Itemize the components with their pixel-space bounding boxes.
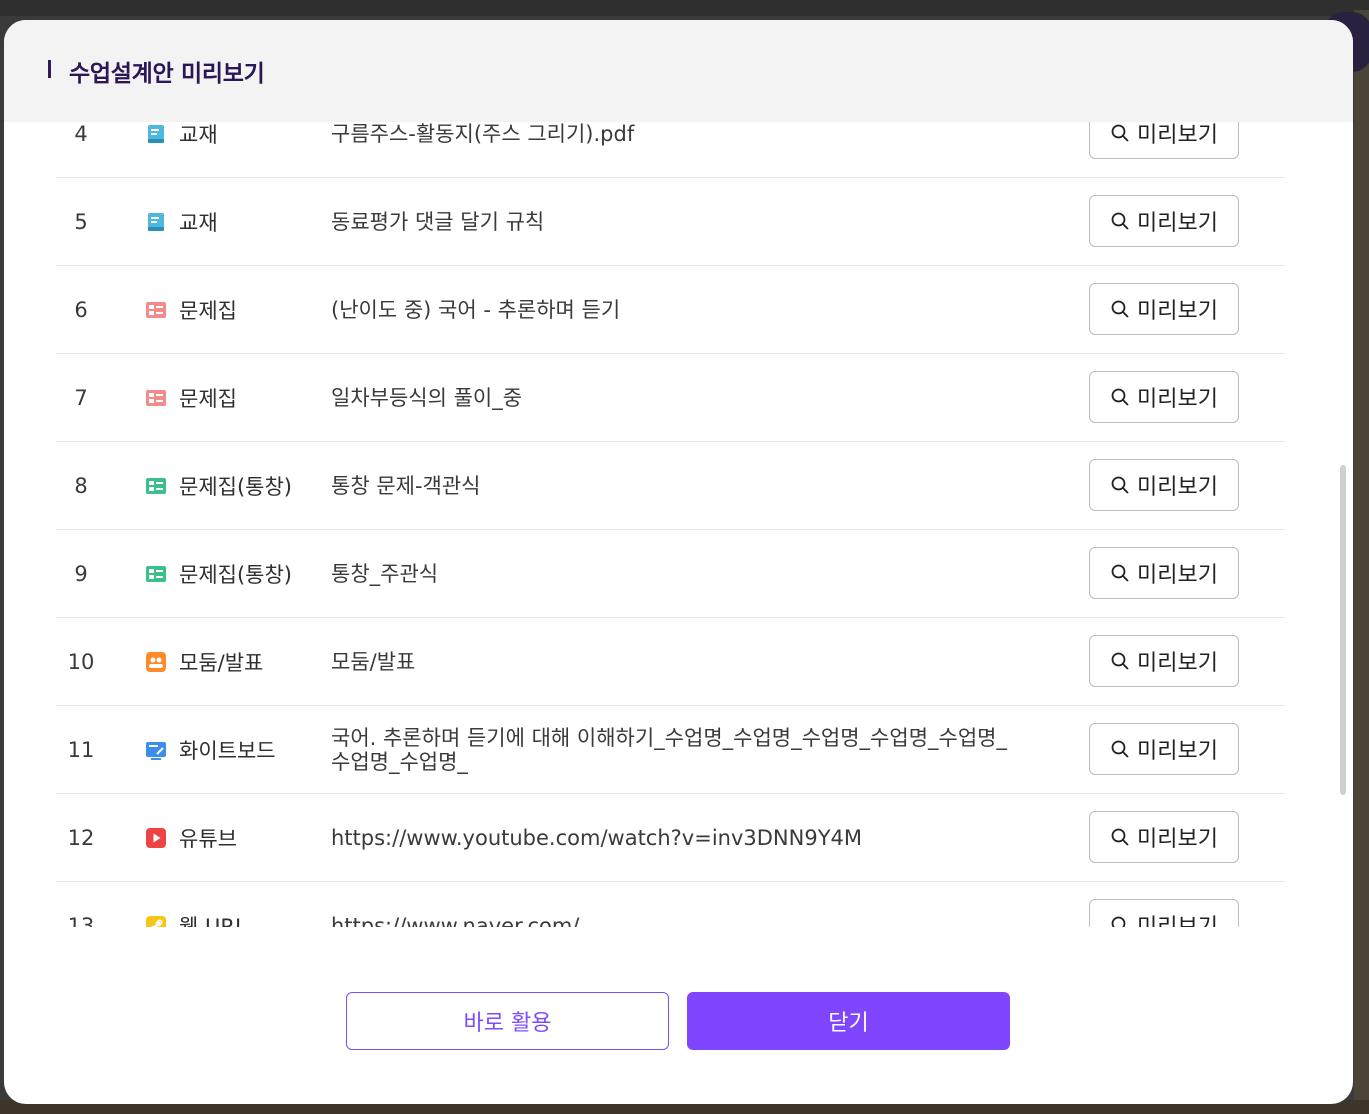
scrollbar[interactable] <box>1340 122 1346 927</box>
search-icon <box>1110 739 1130 759</box>
preview-modal: 수업설계안 미리보기 4 교재 구름주스-활동지(주스 그리기).pdf 미리보… <box>4 20 1353 1104</box>
material-row: 12 유튜브 https://www.youtube.com/watch?v=i… <box>56 794 1285 882</box>
preview-button[interactable]: 미리보기 <box>1089 459 1239 511</box>
row-type: 모둠/발표 <box>179 650 264 675</box>
row-number: 11 <box>67 737 95 762</box>
preview-button[interactable]: 미리보기 <box>1089 811 1239 863</box>
row-number: 6 <box>74 297 88 322</box>
material-row: 10 모둠/발표 모둠/발표 미리보기 <box>56 618 1285 706</box>
row-title: https://www.naver.com/ <box>331 913 580 928</box>
row-title: 모둠/발표 <box>331 649 416 674</box>
book-icon <box>145 123 167 145</box>
material-row: 4 교재 구름주스-활동지(주스 그리기).pdf 미리보기 <box>56 122 1285 178</box>
preview-button[interactable]: 미리보기 <box>1089 122 1239 159</box>
preview-button-label: 미리보기 <box>1137 909 1218 927</box>
whiteboard-icon <box>145 739 167 761</box>
material-row: 5 교재 동료평가 댓글 달기 규칙 미리보기 <box>56 178 1285 266</box>
search-icon <box>1110 475 1130 495</box>
preview-button-label: 미리보기 <box>1137 827 1218 852</box>
row-title: 국어. 추론하며 듣기에 대해 이해하기_수업명_수업명_수업명_수업명_수업명… <box>331 725 1007 774</box>
modal-header: 수업설계안 미리보기 <box>4 20 1353 122</box>
modal-title: 수업설계안 미리보기 <box>69 61 265 87</box>
material-list: 4 교재 구름주스-활동지(주스 그리기).pdf 미리보기 5 교재 동료평가… <box>56 122 1285 927</box>
search-icon <box>1110 827 1130 847</box>
preview-button-label: 미리보기 <box>1137 123 1218 148</box>
row-title: 동료평가 댓글 달기 규칙 <box>331 209 545 234</box>
row-type: 유튜브 <box>179 826 237 851</box>
row-title: (난이도 중) 국어 - 추론하며 듣기 <box>331 297 621 322</box>
title-accent-bar <box>48 60 51 78</box>
preview-button[interactable]: 미리보기 <box>1089 371 1239 423</box>
preview-button[interactable]: 미리보기 <box>1089 547 1239 599</box>
search-icon <box>1110 123 1130 143</box>
row-type: 문제집 <box>179 298 237 323</box>
search-icon <box>1110 387 1130 407</box>
row-number: 4 <box>74 122 88 146</box>
row-type: 문제집 <box>179 386 237 411</box>
youtube-icon <box>145 827 167 849</box>
row-title: 일차부등식의 풀이_중 <box>331 385 523 410</box>
scrollbar-thumb[interactable] <box>1340 465 1346 795</box>
material-row: 7 문제집 일차부등식의 풀이_중 미리보기 <box>56 354 1285 442</box>
row-type: 화이트보드 <box>179 738 276 763</box>
book-icon <box>145 211 167 233</box>
search-icon <box>1110 563 1130 583</box>
preview-button[interactable]: 미리보기 <box>1089 195 1239 247</box>
group-icon <box>145 651 167 673</box>
preview-button-label: 미리보기 <box>1137 475 1218 500</box>
quiz-shared-icon <box>145 475 167 497</box>
row-number: 8 <box>74 473 88 498</box>
preview-button-label: 미리보기 <box>1137 211 1218 236</box>
material-row: 13 웹 URL https://www.naver.com/ 미리보기 <box>56 882 1285 927</box>
row-number: 13 <box>67 913 95 928</box>
preview-button-label: 미리보기 <box>1137 387 1218 412</box>
material-row: 9 문제집(통창) 통창_주관식 미리보기 <box>56 530 1285 618</box>
row-type: 문제집(통창) <box>179 562 292 587</box>
row-title: 통창_주관식 <box>331 561 439 586</box>
row-number: 7 <box>74 385 88 410</box>
row-type: 문제집(통창) <box>179 474 292 499</box>
quiz-shared-icon <box>145 563 167 585</box>
material-list-viewport[interactable]: 4 교재 구름주스-활동지(주스 그리기).pdf 미리보기 5 교재 동료평가… <box>4 122 1353 927</box>
preview-button-label: 미리보기 <box>1137 739 1218 764</box>
row-number: 5 <box>74 209 88 234</box>
backdrop-right <box>1324 10 1369 1114</box>
search-icon <box>1110 211 1130 231</box>
row-title: 통창 문제-객관식 <box>331 473 481 498</box>
quiz-icon <box>145 387 167 409</box>
preview-button[interactable]: 미리보기 <box>1089 283 1239 335</box>
search-icon <box>1110 299 1130 319</box>
material-row: 8 문제집(통창) 통창 문제-객관식 미리보기 <box>56 442 1285 530</box>
backdrop-top <box>0 0 1369 16</box>
preview-button-label: 미리보기 <box>1137 299 1218 324</box>
row-number: 10 <box>67 649 95 674</box>
row-number: 9 <box>74 561 88 586</box>
search-icon <box>1110 651 1130 671</box>
preview-button[interactable]: 미리보기 <box>1089 723 1239 775</box>
apply-button[interactable]: 바로 활용 <box>346 992 669 1050</box>
search-icon <box>1110 915 1130 927</box>
row-number: 12 <box>67 825 95 850</box>
material-row: 6 문제집 (난이도 중) 국어 - 추론하며 듣기 미리보기 <box>56 266 1285 354</box>
row-type: 웹 URL <box>179 914 247 928</box>
row-title: 구름주스-활동지(주스 그리기).pdf <box>331 122 635 146</box>
link-icon <box>145 915 167 927</box>
preview-button-label: 미리보기 <box>1137 651 1218 676</box>
preview-button-label: 미리보기 <box>1137 563 1218 588</box>
material-row: 11 화이트보드 국어. 추론하며 듣기에 대해 이해하기_수업명_수업명_수업… <box>56 706 1285 794</box>
row-type: 교재 <box>179 210 218 235</box>
row-type: 교재 <box>179 122 218 147</box>
row-title: https://www.youtube.com/watch?v=inv3DNN9… <box>331 825 863 850</box>
quiz-icon <box>145 299 167 321</box>
close-button[interactable]: 닫기 <box>687 992 1010 1050</box>
preview-button[interactable]: 미리보기 <box>1089 899 1239 927</box>
preview-button[interactable]: 미리보기 <box>1089 635 1239 687</box>
